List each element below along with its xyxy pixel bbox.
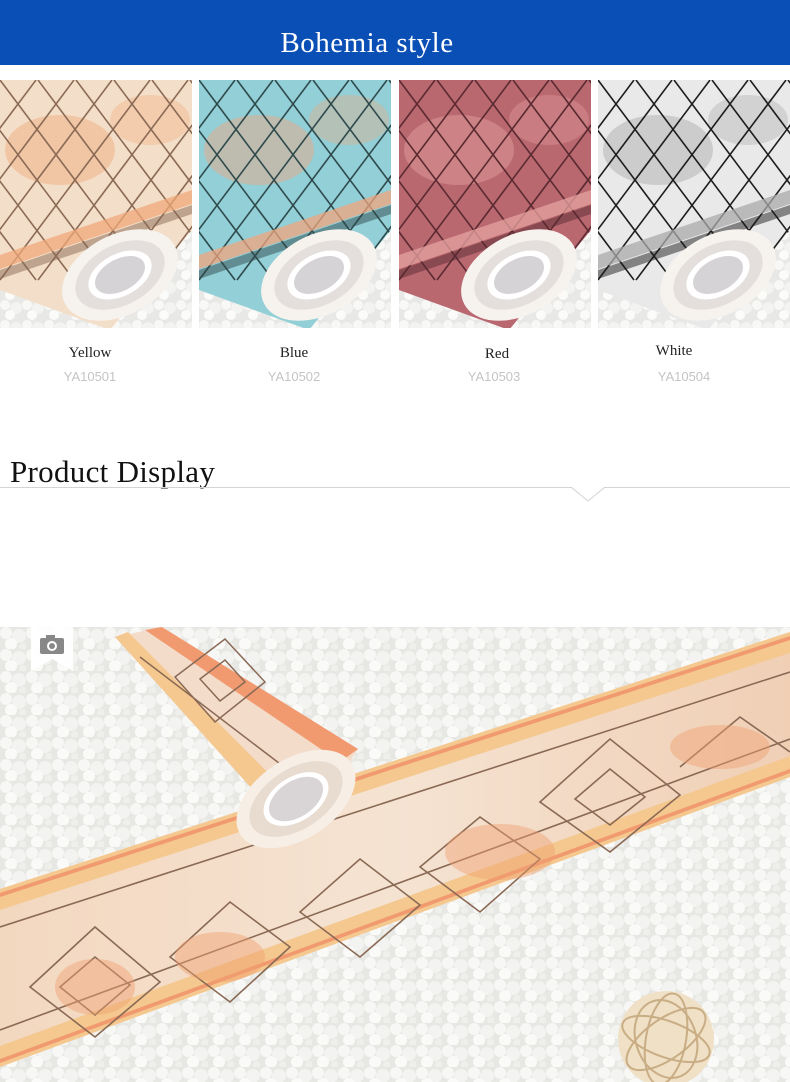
swatch-image-white[interactable] (598, 80, 790, 328)
section-title: Product Display (10, 454, 216, 489)
swatch-name-blue: Blue (279, 345, 309, 361)
swatch-code-red: YA10503 (467, 369, 521, 384)
swatch-name-red: Red (484, 346, 510, 362)
swatch-code-yellow: YA10501 (63, 369, 117, 384)
swatch-name-white: White (655, 343, 693, 359)
swatch-name-yellow: Yellow (68, 345, 112, 361)
camera-icon (31, 627, 73, 671)
swatch-image-red[interactable] (399, 80, 591, 328)
banner-title: Bohemia style (280, 27, 454, 59)
swatch-code-blue: YA10502 (267, 369, 321, 384)
divider-notch-icon (571, 487, 605, 502)
swatch-image-yellow[interactable] (0, 80, 192, 328)
swatch-code-white: YA10504 (657, 369, 711, 384)
product-display-photo[interactable] (0, 627, 790, 1082)
section-divider (0, 487, 790, 488)
swatch-image-blue[interactable] (199, 80, 391, 328)
